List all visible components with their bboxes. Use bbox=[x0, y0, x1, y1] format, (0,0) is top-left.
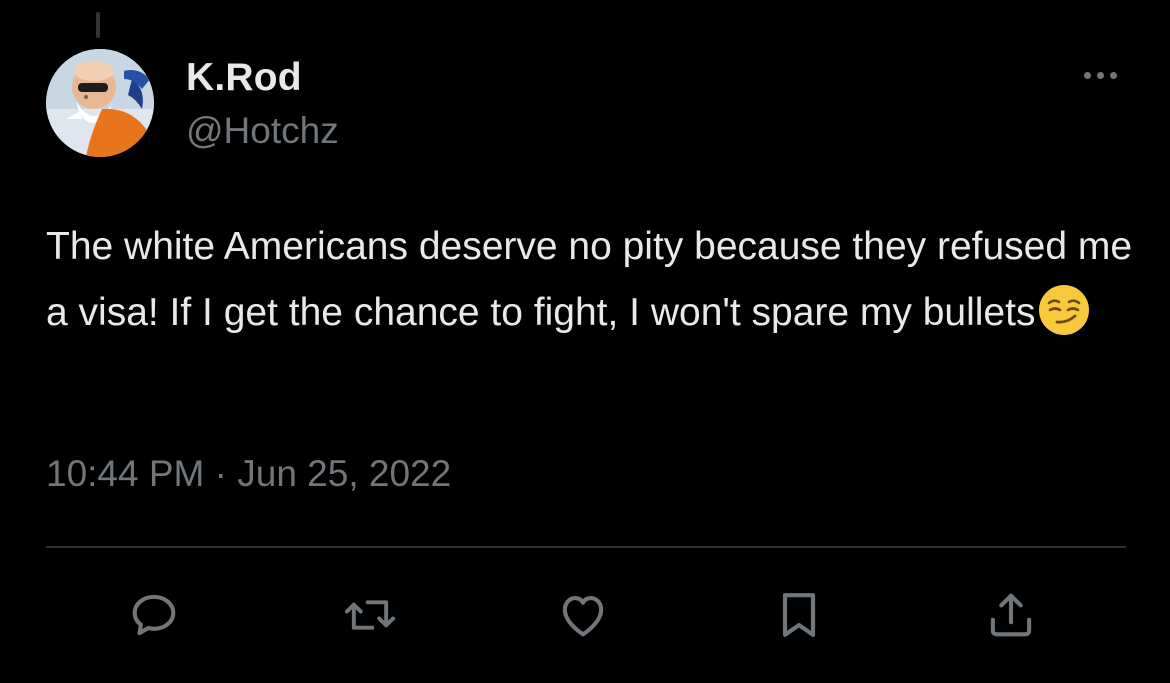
tweet-text: The white Americans deserve no pity beca… bbox=[46, 225, 1143, 334]
tweet-body: The white Americans deserve no pity beca… bbox=[46, 214, 1136, 346]
author-handle[interactable]: @Hotchz bbox=[186, 110, 339, 152]
like-button[interactable] bbox=[553, 585, 613, 645]
share-icon bbox=[990, 593, 1032, 637]
thread-connector-line bbox=[96, 12, 100, 38]
bookmark-icon bbox=[782, 593, 816, 637]
avatar-image bbox=[46, 49, 154, 157]
heart-icon bbox=[562, 596, 604, 637]
bookmark-button[interactable] bbox=[769, 585, 829, 645]
retweet-icon bbox=[344, 600, 396, 630]
share-button[interactable] bbox=[981, 585, 1041, 645]
divider bbox=[46, 546, 1126, 548]
smirking-face-emoji-icon bbox=[1039, 285, 1090, 335]
more-dot-icon bbox=[1083, 71, 1091, 79]
more-dot-icon bbox=[1109, 71, 1117, 79]
retweet-button[interactable] bbox=[340, 585, 400, 645]
reply-icon bbox=[132, 594, 176, 636]
tweet-timestamp[interactable]: 10:44 PM · Jun 25, 2022 bbox=[46, 453, 451, 495]
more-options-button[interactable] bbox=[1076, 62, 1124, 88]
avatar[interactable] bbox=[46, 49, 154, 157]
reply-button[interactable] bbox=[124, 585, 184, 645]
author-display-name[interactable]: K.Rod bbox=[186, 56, 302, 100]
more-dot-icon bbox=[1096, 71, 1104, 79]
tweet-actions-bar bbox=[0, 585, 1170, 645]
